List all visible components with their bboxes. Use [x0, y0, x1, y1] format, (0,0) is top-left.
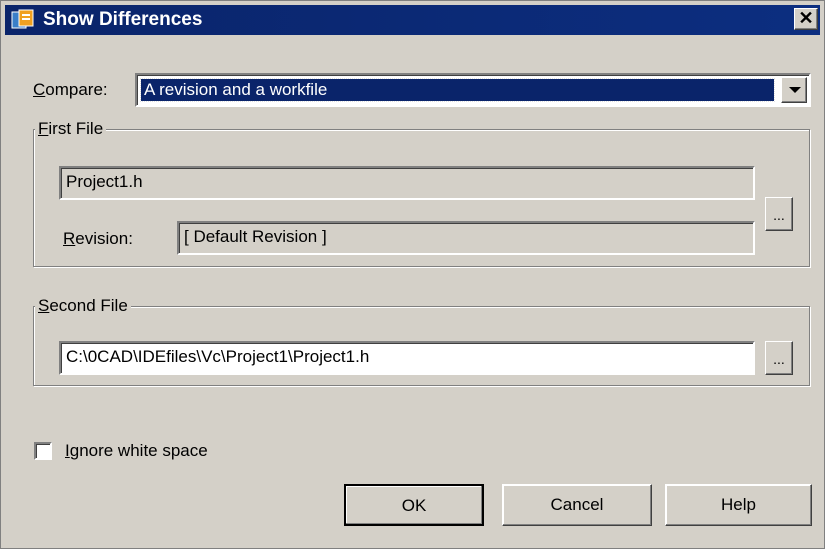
revision-label: Revision:: [63, 228, 133, 250]
close-button[interactable]: ✕: [794, 8, 818, 30]
revision-label-accelerator: R: [63, 229, 76, 248]
compare-label: Compare:: [33, 79, 108, 101]
title-bar[interactable]: Show Differences ✕: [5, 5, 820, 35]
ok-button[interactable]: OK: [344, 484, 484, 526]
help-button[interactable]: Help: [665, 484, 812, 526]
compare-dropdown[interactable]: A revision and a workfile: [135, 73, 811, 107]
first-file-legend: First File: [35, 118, 107, 140]
first-file-browse-button[interactable]: ...: [765, 197, 793, 231]
first-file-legend-accelerator: F: [38, 119, 49, 138]
revision-field: [ Default Revision ]: [177, 221, 755, 255]
cancel-button[interactable]: Cancel: [502, 484, 652, 526]
dropdown-arrow-icon[interactable]: [781, 77, 807, 103]
first-file-name-field: Project1.h: [59, 166, 755, 200]
show-differences-dialog: Show Differences ✕ Compare: A revision a…: [0, 0, 825, 549]
compare-selected-value: A revision and a workfile: [140, 78, 775, 102]
close-icon: ✕: [798, 8, 814, 28]
ignore-white-space-checkbox[interactable]: [34, 442, 52, 460]
window-title: Show Differences: [43, 9, 203, 30]
app-icon: [11, 9, 34, 29]
compare-label-text: ompare:: [45, 80, 108, 99]
compare-label-accelerator: C: [33, 80, 46, 99]
second-file-path-input[interactable]: C:\0CAD\IDEfiles\Vc\Project1\Project1.h: [59, 341, 755, 375]
second-file-browse-button[interactable]: ...: [765, 341, 793, 375]
revision-label-text: evision:: [75, 229, 133, 248]
first-file-legend-text: irst File: [48, 119, 104, 138]
ignore-white-space-text: gnore white space: [69, 441, 208, 460]
ignore-white-space-label[interactable]: Ignore white space: [65, 440, 208, 462]
second-file-legend-text: econd File: [49, 296, 128, 315]
second-file-legend-accelerator: S: [38, 296, 50, 315]
second-file-legend: Second File: [35, 295, 131, 317]
